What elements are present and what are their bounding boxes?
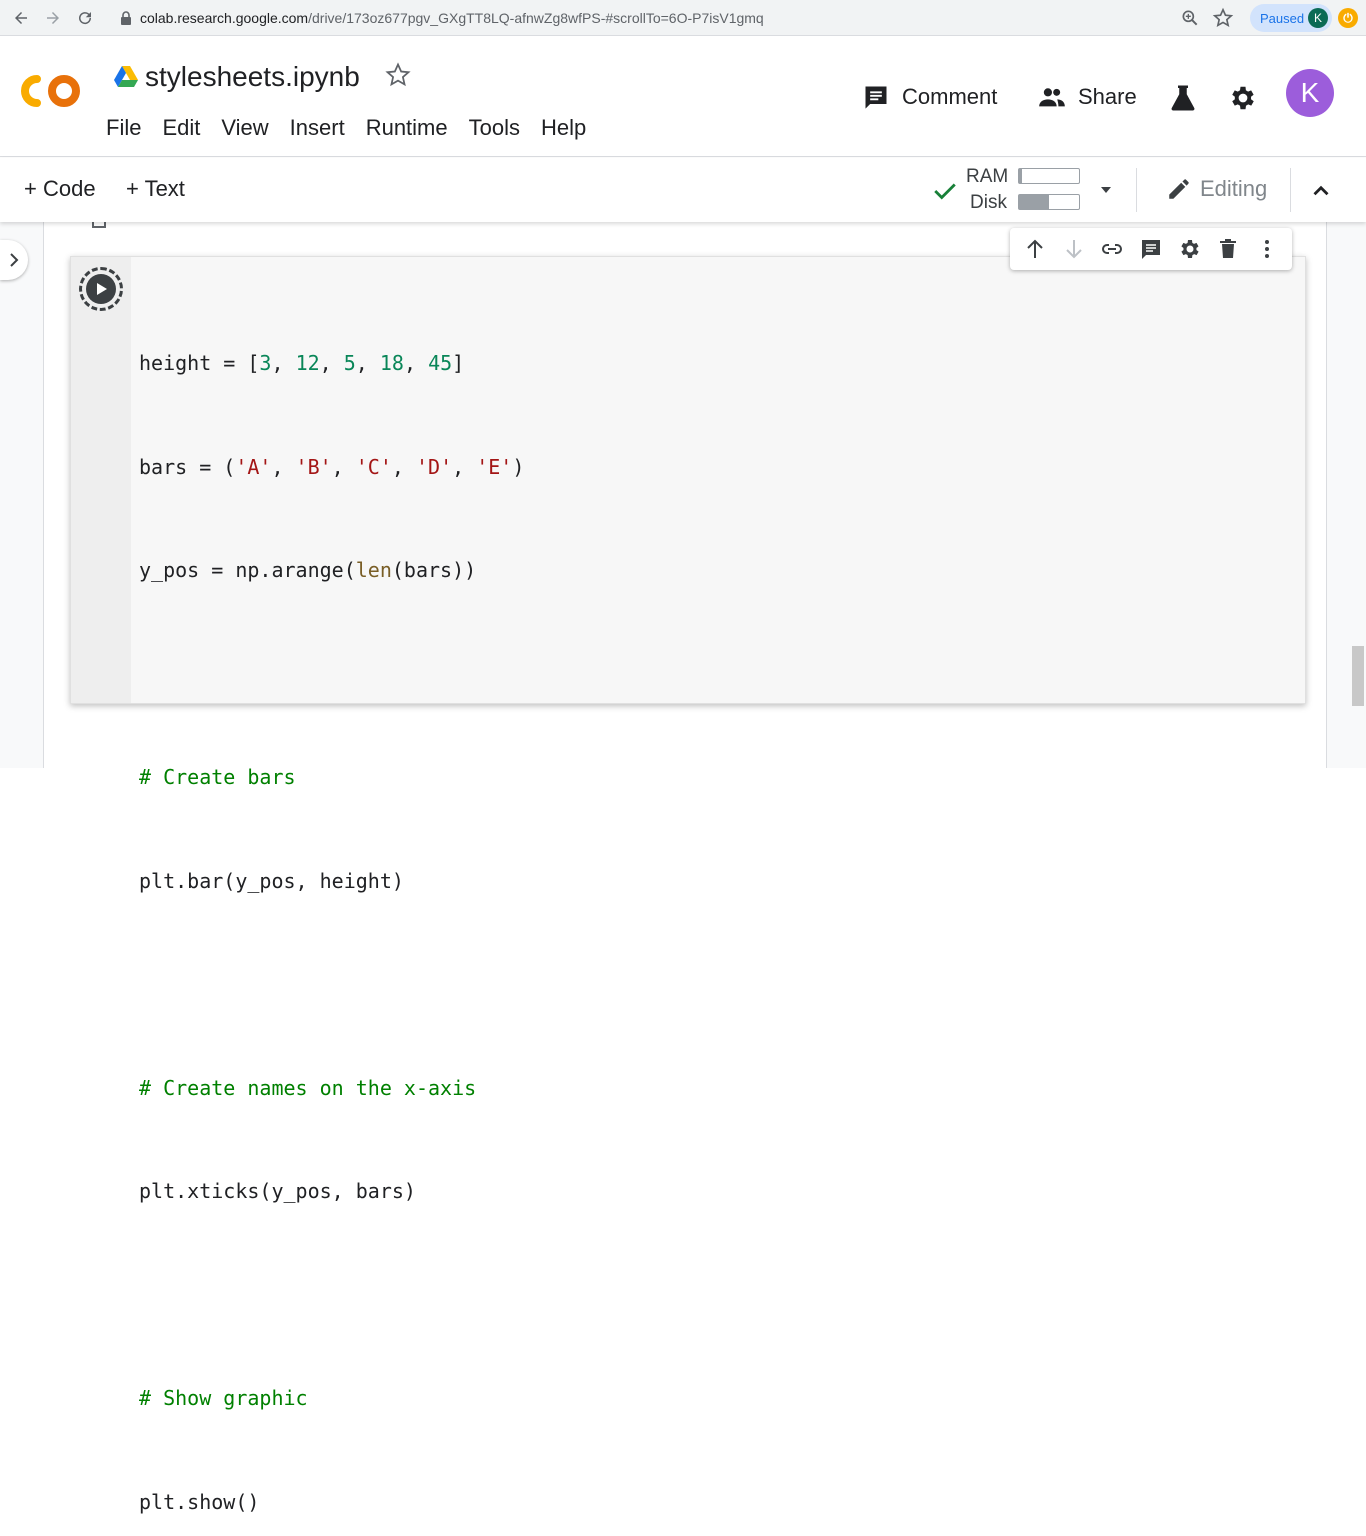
bookmark-star-icon[interactable] <box>1212 7 1234 29</box>
url-host: colab.research.google.com <box>140 10 309 26</box>
zoom-icon[interactable] <box>1180 8 1200 28</box>
comment-label: Comment <box>902 84 998 109</box>
editing-mode-button[interactable]: Editing <box>1166 176 1267 202</box>
more-vert-icon[interactable] <box>1255 237 1279 261</box>
comment-icon <box>865 86 887 109</box>
play-icon <box>97 283 107 295</box>
comment-icon[interactable] <box>1139 237 1163 261</box>
browser-toolbar: colab.research.google.com/drive/173oz677… <box>0 0 1366 36</box>
code-line: plt.bar(y_pos, height) <box>139 868 404 893</box>
star-icon[interactable] <box>384 61 412 89</box>
colab-header: stylesheets.ipynb File Edit View Insert … <box>0 37 1366 157</box>
share-label: Share <box>1078 84 1137 109</box>
run-cell-button[interactable] <box>79 267 123 311</box>
previous-cell-edge <box>92 222 106 228</box>
code-line: plt.xticks(y_pos, bars) <box>139 1179 416 1203</box>
menu-bar: File Edit View Insert Runtime Tools Help <box>106 115 607 141</box>
left-sidebar <box>0 222 44 768</box>
code-line: # Create bars <box>139 765 296 789</box>
menu-runtime[interactable]: Runtime <box>366 115 448 141</box>
extension-icon[interactable]: ⏻ <box>1338 8 1358 28</box>
colab-logo[interactable] <box>20 71 84 122</box>
toolbar-divider <box>1136 168 1137 212</box>
ram-meter-fill <box>1019 169 1022 183</box>
comment-button[interactable]: Comment <box>862 83 997 111</box>
share-button[interactable]: Share <box>1038 83 1137 111</box>
notebook-main: height = [3, 12, 5, 18, 45] bars = ('A',… <box>0 222 1366 1514</box>
reload-icon[interactable] <box>70 3 100 33</box>
scrollbar-thumb[interactable] <box>1352 646 1364 706</box>
google-drive-icon <box>114 66 138 87</box>
menu-view[interactable]: View <box>221 115 268 141</box>
menu-insert[interactable]: Insert <box>290 115 345 141</box>
code-cell[interactable]: height = [3, 12, 5, 18, 45] bars = ('A',… <box>70 256 1306 1514</box>
ram-label: RAM <box>966 166 1009 187</box>
pencil-icon <box>1169 179 1189 199</box>
menu-tools[interactable]: Tools <box>469 115 520 141</box>
collapse-header-icon[interactable] <box>1308 178 1334 204</box>
toolbar-divider <box>1290 168 1291 212</box>
add-text-button[interactable]: + Text <box>126 176 185 202</box>
add-code-button[interactable]: + Code <box>24 176 96 202</box>
back-icon[interactable] <box>6 3 36 33</box>
notebook-title[interactable]: stylesheets.ipynb <box>145 61 360 93</box>
profile-avatar: K <box>1308 8 1328 28</box>
code-line: # Create names on the x-axis <box>139 1075 477 1100</box>
lock-icon <box>121 11 131 25</box>
code-line: # Show graphic <box>139 1386 308 1410</box>
menu-edit[interactable]: Edit <box>162 115 200 141</box>
menu-help[interactable]: Help <box>541 115 586 141</box>
runtime-dropdown-icon[interactable] <box>1098 182 1114 198</box>
move-cell-down-icon[interactable] <box>1062 237 1086 261</box>
editing-label: Editing <box>1200 176 1268 201</box>
notebook-toolbar: + Code + Text RAM Disk Editing <box>0 158 1366 222</box>
disk-label: Disk <box>970 192 1007 213</box>
delete-trash-icon[interactable] <box>1216 237 1240 261</box>
ram-meter[interactable] <box>1018 168 1080 184</box>
flask-icon[interactable] <box>1168 83 1198 113</box>
cell-toolbar <box>1010 228 1292 270</box>
url-path: /drive/173oz677pgv_GXgTT8LQ-afnwZg8wfPS-… <box>308 10 764 26</box>
disk-meter-fill <box>1019 195 1049 209</box>
move-cell-up-icon[interactable] <box>1023 237 1047 261</box>
chevron-right-icon <box>10 253 19 267</box>
account-avatar[interactable]: K <box>1286 69 1334 117</box>
code-line: height = [3, 12, 5, 18, 45] <box>139 351 465 375</box>
cell-settings-gear-icon[interactable] <box>1178 237 1202 261</box>
address-bar[interactable]: colab.research.google.com/drive/173oz677… <box>108 4 1238 32</box>
code-editor[interactable]: height = [3, 12, 5, 18, 45] bars = ('A',… <box>139 277 524 1536</box>
disk-meter[interactable] <box>1018 194 1080 210</box>
connected-check-icon[interactable] <box>932 178 958 204</box>
paused-label: Paused <box>1260 10 1305 26</box>
settings-gear-icon[interactable] <box>1228 83 1258 113</box>
forward-icon[interactable] <box>38 3 68 33</box>
cell-gutter <box>71 257 131 703</box>
people-icon <box>1039 88 1065 107</box>
profile-paused-button[interactable]: Paused K <box>1250 4 1332 32</box>
code-line: bars = ('A', 'B', 'C', 'D', 'E') <box>139 454 525 479</box>
code-line: y_pos = np.arange(len(bars)) <box>139 558 477 582</box>
link-icon[interactable] <box>1100 237 1124 261</box>
code-line: plt.show() <box>139 1489 260 1514</box>
menu-file[interactable]: File <box>106 115 141 141</box>
colab-logo-icon <box>21 75 80 107</box>
